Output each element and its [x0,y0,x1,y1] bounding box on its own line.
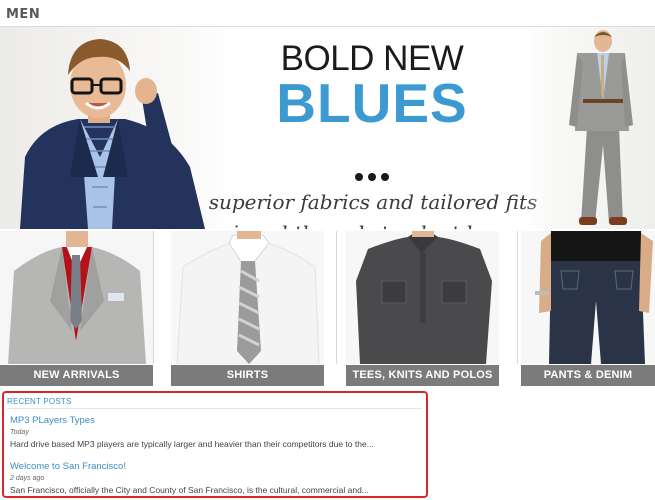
tile-divider [336,231,337,364]
hero-model-right-photo [525,27,655,229]
category-tile-shirts[interactable]: SHIRTS [171,231,324,386]
hero-model-left-photo [0,27,230,229]
recent-posts-heading: RECENT POSTS [7,397,72,406]
section-title: MEN [6,7,41,22]
hero-tagline: superior fabrics and tailored fits in su… [203,187,543,229]
tile-divider [517,231,518,364]
post-date: Today [10,429,29,436]
post-date: 2 days ago [10,475,45,482]
pants-denim-photo [521,231,655,364]
post-title-link[interactable]: MP3 PLayers Types [10,415,424,426]
post-title-link[interactable]: Welcome to San Francisco! [10,461,424,472]
tile-label-shirts[interactable]: SHIRTS [171,365,324,386]
hero-banner[interactable]: BOLD NEW BLUES superior fabrics and tail… [0,27,655,229]
post-item: MP3 PLayers Types Today Hard drive based… [10,415,424,449]
category-tile-pants-denim[interactable]: PANTS & DENIM [521,231,655,386]
tile-divider [153,231,154,364]
post-excerpt: San Francisco, officially the City and C… [10,485,369,495]
tile-label-pants-denim[interactable]: PANTS & DENIM [521,365,655,386]
recent-posts-divider [7,408,422,409]
category-tile-tees-knits-polos[interactable]: TEES, KNITS AND POLOS [346,231,499,386]
tile-label-tees-knits-polos[interactable]: TEES, KNITS AND POLOS [346,365,499,386]
hero-headline-line2: BLUES [276,72,468,134]
post-excerpt: Hard drive based MP3 players are typical… [10,439,374,449]
shirts-photo [171,231,324,364]
new-arrivals-photo [0,231,153,364]
category-tile-new-arrivals[interactable]: NEW ARRIVALS [0,231,153,386]
tees-knits-polos-photo [346,231,499,364]
hero-tagline-line1: superior fabrics and tailored fits [208,190,538,214]
tile-label-new-arrivals[interactable]: NEW ARRIVALS [0,365,153,386]
hero-tagline-line2: in subtle and standout hues [203,218,543,229]
recent-posts-panel: RECENT POSTS MP3 PLayers Types Today Har… [2,391,428,498]
post-item: Welcome to San Francisco! 2 days ago San… [10,461,424,495]
hero-dots-ornament [355,168,394,186]
